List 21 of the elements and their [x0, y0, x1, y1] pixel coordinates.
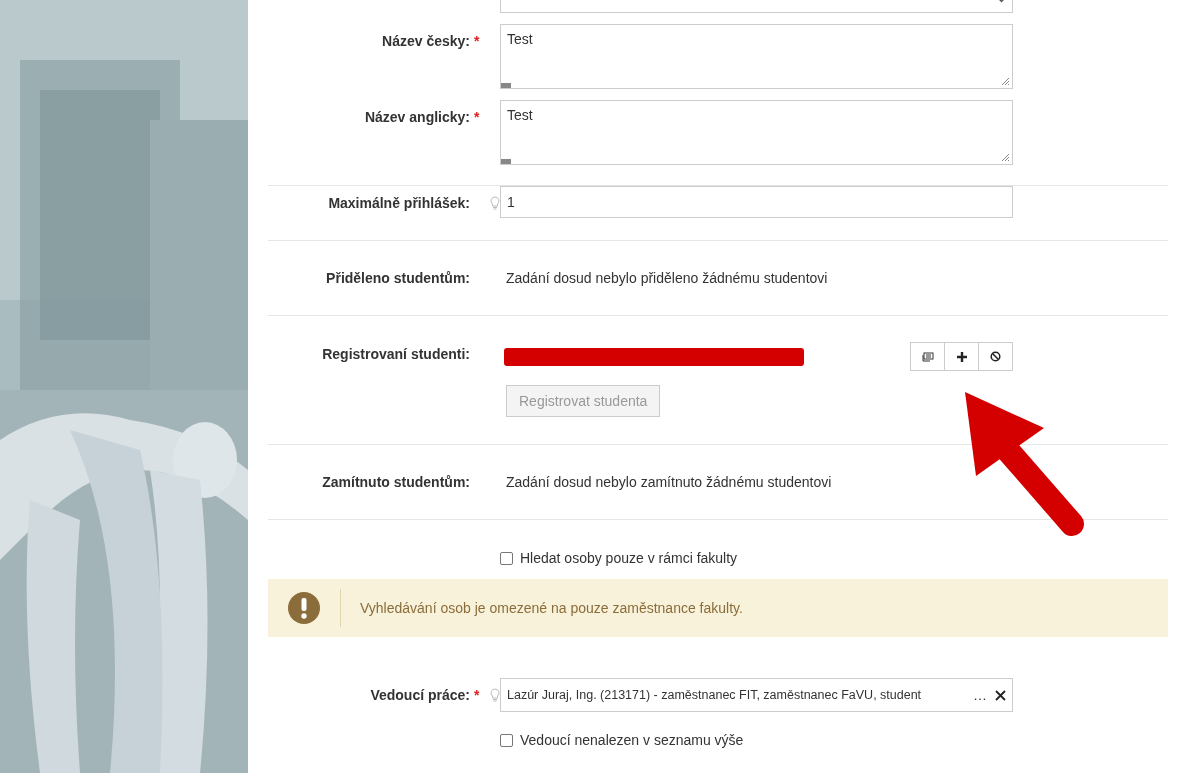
selected-value: Lazúr Juraj, Ing. (213171) - zaměstnanec FIT, zaměstnanec FaVU, student: [507, 688, 923, 702]
field-value: Zadání dosud nebylo přiděleno žádnému studentovi: [505, 270, 829, 286]
required-asterisk: *: [474, 33, 480, 49]
text-area[interactable]: Test: [500, 100, 1013, 165]
required-asterisk: *: [474, 687, 480, 703]
input-field[interactable]: 1: [500, 186, 1013, 218]
ellipsis: …: [973, 687, 987, 703]
field-label: Zamítnuto studentům:: [322, 474, 470, 490]
alert-message: Vyhledávání osob je omezené na pouze zaměstnance fakulty.: [360, 600, 743, 616]
checkbox-label[interactable]: Hledat osoby pouze v rámci fakulty: [520, 550, 738, 566]
field-label: Název česky:: [382, 33, 470, 49]
required-asterisk: *: [474, 109, 480, 125]
field-value: Zadání dosud nebylo zamítnuto žádnému studentovi: [505, 474, 833, 490]
checkbox-label[interactable]: Vedoucí nenalezen v seznamu výše: [520, 732, 744, 748]
autocomplete-field[interactable]: Lazúr Juraj, Ing. (213171) - zaměstnanec FIT, zaměstnanec FaVU, student …: [500, 678, 1013, 712]
text-area[interactable]: Test: [500, 24, 1013, 89]
field-label: Registrovaní studenti:: [322, 346, 470, 362]
field-label: Přiděleno studentům:: [326, 270, 470, 286]
field-label: Název anglicky:: [364, 109, 470, 125]
field-label: Maximálně přihlášek:: [328, 195, 470, 211]
field-label: Vedoucí práce:: [370, 687, 470, 703]
